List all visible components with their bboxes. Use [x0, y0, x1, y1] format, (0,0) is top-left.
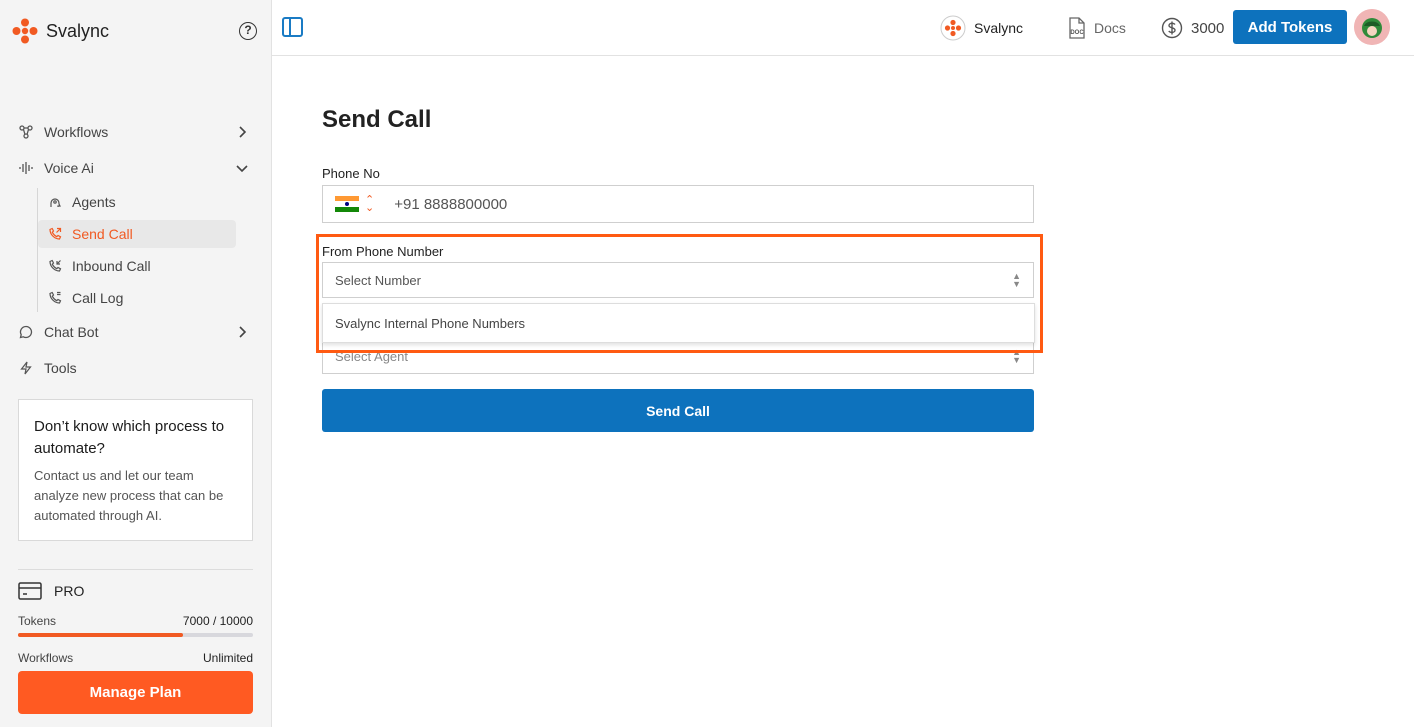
page-title: Send Call	[322, 106, 432, 133]
sidebar-item-label: Call Log	[72, 290, 124, 306]
brand-name: Svalync	[46, 20, 110, 41]
chevron-updown-icon[interactable]: ⌃ ⌄	[365, 195, 374, 214]
credit-card-icon	[18, 582, 42, 600]
automation-promo-card: Don’t know which process to automate? Co…	[18, 399, 253, 541]
phone-label: Phone No	[322, 166, 380, 181]
dollar-coin-icon	[1161, 17, 1183, 39]
sidebar-item-send-call[interactable]: Send Call	[38, 220, 236, 248]
tokens-progress-bar	[18, 633, 253, 637]
tokens-row: Tokens 7000 / 10000	[18, 614, 253, 628]
sidebar-item-label: Send Call	[72, 226, 133, 242]
agent-icon	[48, 195, 62, 209]
sidebar-item-label: Workflows	[44, 124, 109, 140]
avatar[interactable]	[1354, 9, 1390, 45]
promo-title: Don’t know which process to automate?	[34, 418, 225, 457]
docs-link[interactable]: DOC Docs	[1068, 0, 1126, 56]
sidebar-item-tools[interactable]: Tools	[18, 352, 258, 384]
plan-panel: PRO Tokens 7000 / 10000 Workflows Unlimi…	[18, 569, 253, 665]
sidebar-item-agents[interactable]: Agents	[38, 188, 236, 216]
sidebar-item-chat-bot[interactable]: Chat Bot	[18, 316, 258, 348]
workflows-label: Workflows	[18, 651, 74, 665]
user-avatar-icon	[1354, 9, 1390, 45]
sidebar-item-label: Voice Ai	[44, 160, 94, 176]
manage-plan-button[interactable]: Manage Plan	[18, 671, 253, 714]
phone-input[interactable]	[394, 195, 895, 213]
highlight-box	[316, 234, 1043, 353]
sidebar: Svalync ? Workflows Voice Ai Agents Send…	[0, 0, 272, 727]
top-bar: Svalync DOC Docs 3000 Add Tokens	[272, 0, 1414, 56]
sidebar-item-label: Chat Bot	[44, 324, 99, 340]
phone-outgoing-icon	[48, 227, 62, 241]
sidebar-item-workflows[interactable]: Workflows	[18, 116, 258, 148]
tokens-label: Tokens	[18, 614, 57, 628]
send-call-button[interactable]: Send Call	[322, 389, 1034, 432]
workflows-row: Workflows Unlimited	[18, 651, 253, 665]
workspace-name: Svalync	[974, 20, 1024, 36]
phone-incoming-icon	[48, 259, 62, 273]
doc-file-icon: DOC	[1068, 17, 1086, 39]
bolt-icon	[18, 360, 34, 376]
help-icon[interactable]: ?	[239, 22, 257, 40]
svalync-logo-icon	[940, 15, 966, 41]
phone-field: ⌃ ⌄	[322, 185, 1034, 223]
workflows-value: Unlimited	[202, 651, 253, 665]
india-flag-icon[interactable]	[335, 196, 359, 212]
token-balance-value: 3000	[1191, 19, 1225, 37]
docs-label: Docs	[1094, 20, 1126, 36]
sidebar-toggle-icon[interactable]	[282, 17, 303, 37]
phone-log-icon	[48, 291, 62, 305]
waveform-icon	[18, 160, 34, 176]
add-tokens-button[interactable]: Add Tokens	[1233, 10, 1347, 44]
sidebar-item-label: Inbound Call	[72, 258, 151, 274]
promo-text: Contact us and let our team analyze new …	[34, 468, 224, 523]
sidebar-item-label: Tools	[44, 360, 77, 376]
sidebar-item-voice-ai[interactable]: Voice Ai	[18, 152, 258, 184]
chat-icon	[18, 324, 34, 340]
chevron-down-icon	[236, 165, 248, 173]
svalync-logo-icon	[12, 18, 38, 44]
workflow-icon	[18, 124, 34, 140]
chevron-right-icon	[239, 126, 247, 138]
voice-ai-submenu: Agents Send Call Inbound Call Call Log	[37, 188, 258, 312]
sidebar-item-inbound-call[interactable]: Inbound Call	[38, 252, 236, 280]
doc-icon-text: DOC	[1070, 30, 1084, 36]
workspace-switcher[interactable]: Svalync	[940, 0, 1023, 56]
tokens-value: 7000 / 10000	[182, 614, 253, 628]
plan-header: PRO	[18, 582, 253, 600]
token-balance: 3000	[1161, 0, 1224, 56]
sidebar-nav: Workflows Voice Ai Agents Send Call Inbo…	[18, 116, 258, 388]
sidebar-item-label: Agents	[72, 194, 116, 210]
tokens-progress-fill	[18, 633, 183, 637]
brand[interactable]: Svalync	[12, 18, 109, 44]
plan-name: PRO	[54, 583, 85, 599]
sidebar-item-call-log[interactable]: Call Log	[38, 284, 236, 312]
chevron-right-icon	[239, 326, 247, 338]
